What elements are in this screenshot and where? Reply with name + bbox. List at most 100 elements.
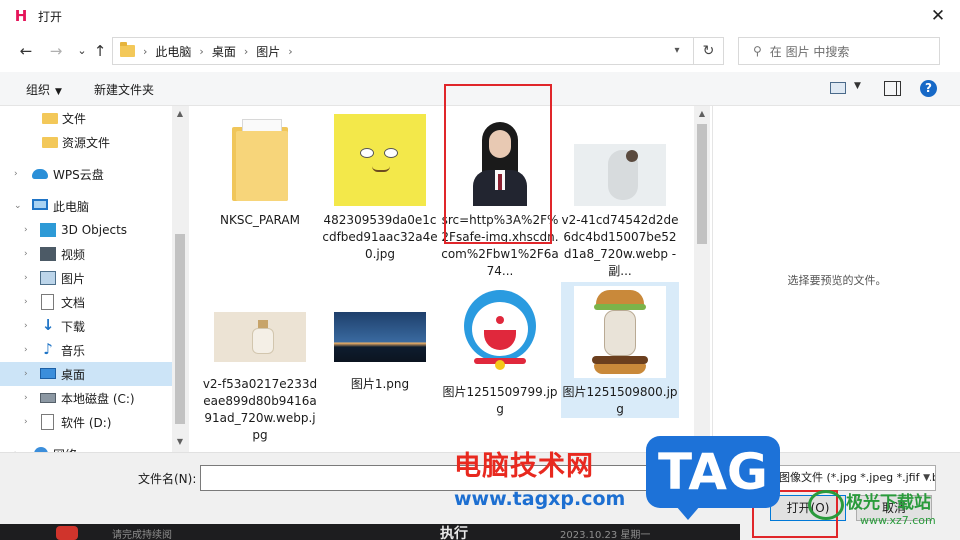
window-title: 打开 (38, 9, 63, 24)
background-date: 2023.10.23 星期一 (560, 530, 651, 540)
file-item-image[interactable]: 图片1.png (321, 292, 439, 391)
background-window-strip: 请完成持续阅 执行 2023.10.23 星期一 (0, 524, 740, 540)
disk-icon (40, 393, 56, 403)
cat-burger-image (574, 286, 666, 378)
watermark-site-url: www.xz7.com (860, 514, 936, 527)
new-folder-button[interactable]: 新建文件夹 (94, 81, 154, 98)
chevron-right-icon[interactable]: › (24, 225, 28, 235)
forward-button[interactable]: → (46, 40, 66, 62)
picture-icon (40, 271, 56, 285)
doraemon-thumbnail (441, 282, 559, 382)
sidebar-item-label: 软件 (D:) (61, 415, 112, 430)
breadcrumb-pictures[interactable]: 图片 (256, 43, 280, 60)
watermark-url: www.tagxp.com (454, 488, 626, 510)
desktop-icon (40, 368, 56, 379)
file-item-image[interactable]: 图片1251509799.jpg (441, 282, 559, 422)
computer-icon (32, 199, 48, 210)
close-button[interactable]: ✕ (928, 6, 948, 26)
sidebar-item-software-d[interactable]: › 软件 (D:) (0, 410, 172, 434)
watermark-site-logo-icon (808, 490, 844, 520)
folder-icon (120, 42, 135, 57)
address-dropdown-button[interactable]: ▾ (669, 42, 685, 60)
document-icon (41, 294, 54, 310)
file-name: 482309539da0e1ccdfbed91aac32a4e0.jpg (322, 213, 438, 261)
file-item-image-selected[interactable]: 图片1251509800.jpg (561, 282, 679, 418)
cat-burger-thumbnail (561, 282, 679, 382)
chevron-right-icon[interactable]: › (14, 169, 18, 179)
breadcrumb-desktop[interactable]: 桌面 (212, 43, 236, 60)
recent-locations-button[interactable]: ⌄ (72, 40, 92, 62)
preview-message: 选择要预览的文件。 (787, 274, 887, 287)
girl-photo-image (574, 144, 666, 206)
file-item-image[interactable]: v2-41cd74542d2de6dc4bd15007be52d1a8_720w… (561, 110, 679, 280)
chevron-down-icon: ▼ (920, 466, 930, 490)
city-night-thumbnail (321, 292, 439, 372)
sidebar-item-label: 图片 (61, 271, 86, 286)
chevron-down-icon[interactable]: ⌄ (14, 201, 22, 211)
file-name: 图片1251509799.jpg (442, 385, 558, 416)
file-name: 图片1251509800.jpg (562, 385, 678, 416)
breadcrumb-this-pc[interactable]: 此电脑 (155, 43, 191, 60)
preview-pane-toggle-icon[interactable] (884, 81, 901, 96)
sidebar-item-this-pc[interactable]: ⌄ 此电脑 (0, 194, 172, 218)
up-button[interactable]: ↑ (90, 40, 110, 62)
file-name: 图片1.png (350, 377, 410, 391)
sidebar-item-downloads[interactable]: › ↓ 下载 (0, 314, 172, 338)
perfume-image (214, 312, 306, 362)
disk-icon (41, 414, 54, 430)
search-icon: ⚲ (753, 44, 762, 58)
scroll-up-arrow-icon[interactable]: ▲ (172, 106, 188, 122)
chevron-right-icon[interactable]: › (24, 369, 28, 379)
sidebar-item-music[interactable]: › ♪ 音乐 (0, 338, 172, 362)
sidebar-item-resource-files[interactable]: 资源文件 (0, 130, 172, 154)
scroll-up-arrow-icon[interactable]: ▲ (694, 106, 710, 122)
sidebar-item-label: 桌面 (61, 367, 86, 382)
address-bar[interactable]: › 此电脑 › 桌面 › 图片 › ▾ ↻ (112, 37, 724, 65)
sidebar-item-pictures[interactable]: › 图片 (0, 266, 172, 290)
file-item-folder[interactable]: NKSC_PARAM (201, 110, 319, 260)
chevron-right-icon: › (243, 44, 249, 58)
scrollbar-thumb[interactable] (175, 234, 185, 424)
watermark-text: 电脑技术网 (454, 451, 594, 482)
sidebar-item-documents[interactable]: › 文档 (0, 290, 172, 314)
sidebar-item-local-disk-c[interactable]: › 本地磁盘 (C:) (0, 386, 172, 410)
sidebar-item-network[interactable]: › 网络 (0, 442, 172, 452)
back-button[interactable]: ← (16, 40, 36, 62)
scrollbar-thumb[interactable] (697, 124, 707, 244)
file-list-scrollbar[interactable]: ▲ ▼ (694, 106, 710, 452)
chevron-right-icon[interactable]: › (24, 345, 28, 355)
sidebar-item-files[interactable]: 文件 (0, 106, 172, 130)
help-icon[interactable]: ? (920, 80, 937, 97)
folder-thumbnail (201, 110, 319, 210)
sidebar-item-desktop[interactable]: › 桌面 (0, 362, 172, 386)
music-icon: ♪ (43, 340, 53, 358)
refresh-button[interactable]: ↻ (693, 38, 723, 64)
chevron-right-icon[interactable]: › (24, 393, 28, 403)
doraemon-image (454, 286, 546, 378)
file-item-image[interactable]: v2-f53a0217e233deae899d80b9416a91ad_720w… (201, 292, 319, 452)
chevron-right-icon[interactable]: › (288, 45, 292, 58)
view-options-caret-icon[interactable]: ▼ (854, 81, 861, 91)
chevron-right-icon[interactable]: › (24, 297, 28, 307)
sidebar-item-label: 下载 (61, 319, 86, 334)
video-icon (40, 247, 56, 261)
scroll-down-arrow-icon[interactable]: ▼ (172, 434, 188, 450)
chevron-right-icon[interactable]: › (24, 249, 28, 259)
chevron-right-icon[interactable]: › (24, 273, 28, 283)
chevron-right-icon[interactable]: › (24, 321, 28, 331)
file-name: v2-f53a0217e233deae899d80b9416a91ad_720w… (202, 377, 318, 442)
chevron-right-icon[interactable]: › (24, 417, 28, 427)
sidebar-item-label: 3D Objects (61, 223, 128, 237)
filename-label: 文件名(N): (138, 472, 197, 486)
sidebar-item-wps-cloud[interactable]: › WPS云盘 (0, 162, 172, 186)
sidebar-item-3d-objects[interactable]: › 3D Objects (0, 218, 172, 242)
organize-menu[interactable]: 组织 ▼ (26, 81, 62, 98)
file-item-image[interactable]: 482309539da0e1ccdfbed91aac32a4e0.jpg (321, 110, 439, 261)
folder-icon (232, 119, 288, 201)
title-bar: H 打开 ✕ (0, 0, 960, 32)
change-view-icon[interactable] (830, 82, 846, 94)
sidebar-item-label: 本地磁盘 (C:) (61, 391, 135, 406)
search-box[interactable]: ⚲ 在 图片 中搜索 (738, 37, 940, 65)
sidebar-item-videos[interactable]: › 视频 (0, 242, 172, 266)
navigation-scrollbar[interactable]: ▲ ▼ (172, 106, 188, 452)
